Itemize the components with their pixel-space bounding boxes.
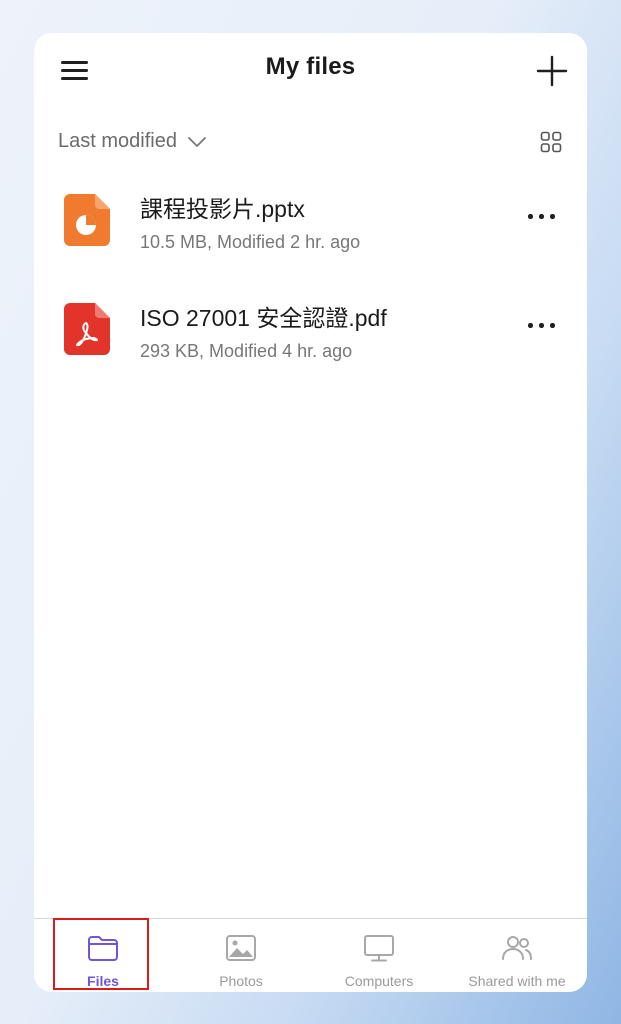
file-row-pdf[interactable]: ISO 27001 安全認證.pdf 293 KB, Modified 4 hr… <box>34 283 587 383</box>
tab-label: Computers <box>344 973 414 989</box>
people-icon <box>502 936 532 960</box>
folder-icon <box>88 936 118 961</box>
files-panel: My files Last modified 課程投影片.pptx 10.5 M… <box>34 33 587 992</box>
tab-computers[interactable]: Computers <box>310 919 448 992</box>
file-meta: 293 KB, Modified 4 hr. ago <box>140 341 353 361</box>
grid-view-icon[interactable] <box>540 131 562 153</box>
file-row-pptx[interactable]: 課程投影片.pptx 10.5 MB, Modified 2 hr. ago <box>34 174 587 274</box>
plus-icon[interactable] <box>536 55 568 87</box>
bottom-tab-bar: Files Photos Computers Shared with me <box>34 918 587 992</box>
pdf-file-icon <box>64 303 110 355</box>
powerpoint-file-icon <box>64 194 110 246</box>
tab-label: Files <box>87 973 119 989</box>
tab-files[interactable]: Files <box>34 919 172 992</box>
tab-label: Photos <box>219 973 263 989</box>
sort-label: Last modified <box>58 130 177 152</box>
more-options-icon[interactable] <box>522 313 562 337</box>
more-options-icon[interactable] <box>522 204 562 228</box>
file-name: ISO 27001 安全認證.pdf <box>140 305 387 331</box>
tab-shared-with-me[interactable]: Shared with me <box>448 919 586 992</box>
sort-dropdown[interactable]: Last modified <box>58 130 207 153</box>
page-title: My files <box>265 53 356 80</box>
monitor-icon <box>364 935 394 962</box>
file-meta: 10.5 MB, Modified 2 hr. ago <box>140 232 361 252</box>
tab-label: Shared with me <box>468 973 566 989</box>
chevron-down-icon <box>188 136 206 147</box>
file-name: 課程投影片.pptx <box>140 196 305 222</box>
tab-photos[interactable]: Photos <box>172 919 310 992</box>
image-icon <box>226 935 256 961</box>
